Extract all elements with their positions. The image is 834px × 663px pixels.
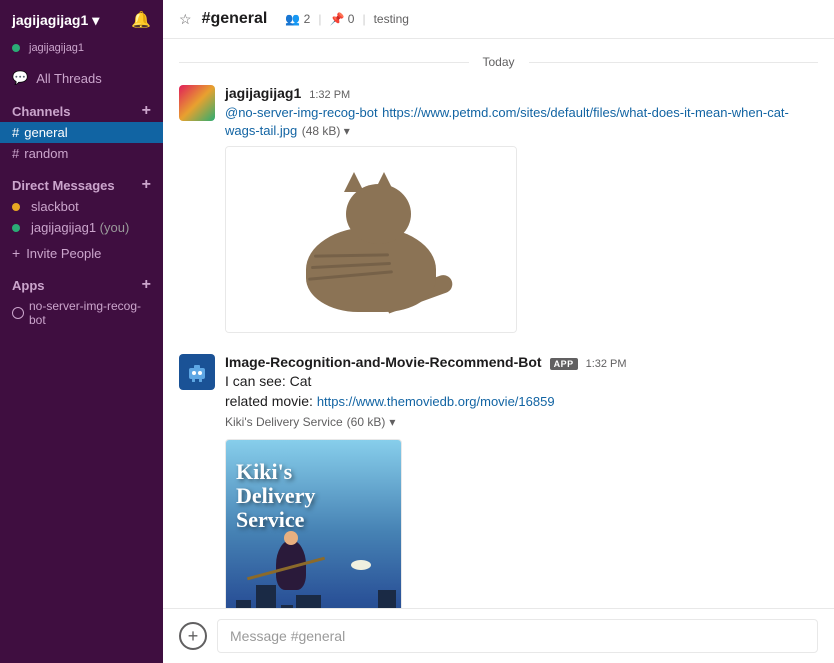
all-threads-label: All Threads	[36, 71, 102, 86]
add-channel-icon[interactable]: +	[142, 102, 151, 120]
channel-title: #general	[202, 10, 268, 28]
workspace-name-text: jagijagijag1	[12, 12, 88, 28]
workspace-name: jagijagijag1 ▾	[12, 12, 99, 29]
bot-label: no-server-img-recog-bot	[29, 299, 151, 327]
msg2-text2: related movie: https://www.themoviedb.or…	[225, 393, 818, 409]
dropdown-icon-1[interactable]: ▾	[344, 124, 350, 138]
workspace-header[interactable]: jagijagijag1 ▾ 🔔	[0, 0, 163, 40]
app-badge: APP	[550, 358, 578, 370]
hash-icon-general: #	[12, 125, 19, 140]
add-dm-icon[interactable]: +	[142, 176, 151, 194]
workspace-chevron: ▾	[92, 12, 99, 29]
message-input-bar: +	[163, 608, 834, 663]
sidebar-item-random[interactable]: # random	[0, 143, 163, 164]
apps-section-header[interactable]: Apps +	[0, 274, 163, 296]
dm-item-self[interactable]: jagijagijag1 (you)	[0, 217, 163, 238]
members-count: 👥 2	[285, 12, 310, 26]
channel-random-label: random	[24, 146, 68, 161]
sidebar-item-bot[interactable]: no-server-img-recog-bot	[0, 296, 163, 330]
kiki-image: Kiki'sDeliveryService	[226, 440, 401, 608]
message-body-1: @no-server-img-recog-bot https://www.pet…	[225, 104, 818, 140]
threads-icon: 💬	[12, 70, 28, 86]
dm-section-header[interactable]: Direct Messages +	[0, 174, 163, 196]
cat-image	[226, 147, 516, 332]
avatar-msg2	[179, 354, 215, 390]
slackbot-status-dot	[12, 203, 20, 211]
message-input[interactable]	[217, 619, 818, 653]
message-author-1: jagijagijag1	[225, 85, 301, 101]
invite-plus-icon: +	[12, 245, 20, 261]
channels-section: Channels + # general # random	[0, 92, 163, 166]
kiki-file-label: Kiki's Delivery Service (60 kB) ▾	[225, 415, 818, 429]
sidebar: jagijagijag1 ▾ 🔔 jagijagijag1 💬 All Thre…	[0, 0, 163, 663]
slackbot-label: slackbot	[31, 199, 79, 214]
bot-circle-icon	[12, 307, 24, 319]
message-time-1: 1:32 PM	[309, 89, 350, 101]
meta-sep1: |	[318, 12, 321, 26]
message-author-2: Image-Recognition-and-Movie-Recommend-Bo…	[225, 354, 542, 370]
direct-messages-section: Direct Messages + slackbot jagijagijag1 …	[0, 166, 163, 240]
dm-label: Direct Messages	[12, 178, 115, 193]
dm-item-slackbot[interactable]: slackbot	[0, 196, 163, 217]
date-label: Today	[482, 55, 514, 69]
sidebar-item-all-threads[interactable]: 💬 All Threads	[0, 64, 163, 92]
channel-topic: testing	[374, 12, 409, 26]
apps-section: Apps + no-server-img-recog-bot	[0, 266, 163, 332]
cat-image-attachment	[225, 146, 517, 333]
self-status-dot	[12, 224, 20, 232]
kiki-dropdown-icon[interactable]: ▾	[389, 415, 395, 429]
msg2-text1: I can see: Cat	[225, 373, 818, 389]
invite-people-item[interactable]: + Invite People	[0, 240, 163, 266]
apps-label: Apps	[12, 278, 45, 293]
star-icon[interactable]: ☆	[179, 11, 192, 28]
message-content-2: Image-Recognition-and-Movie-Recommend-Bo…	[225, 354, 818, 608]
hash-icon-random: #	[12, 146, 19, 161]
channel-general-label: general	[24, 125, 67, 140]
kiki-title: Kiki'sDeliveryService	[236, 460, 391, 533]
kiki-file-header: Kiki's Delivery Service (60 kB) ▾	[225, 415, 818, 429]
cat-head	[346, 184, 411, 244]
self-dm-label: jagijagijag1 (you)	[31, 220, 129, 235]
link-2[interactable]: https://www.themoviedb.org/movie/16859	[317, 394, 555, 409]
message-2: Image-Recognition-and-Movie-Recommend-Bo…	[179, 354, 818, 608]
mention-1[interactable]: @no-server-img-recog-bot	[225, 105, 378, 120]
message-1: jagijagijag1 1:32 PM @no-server-img-reco…	[179, 85, 818, 338]
bell-icon[interactable]: 🔔	[131, 10, 151, 30]
channels-section-header[interactable]: Channels +	[0, 100, 163, 122]
workspace-user: jagijagijag1	[0, 40, 163, 64]
add-file-button[interactable]: +	[179, 622, 207, 650]
message-header-1: jagijagijag1 1:32 PM	[225, 85, 818, 101]
channel-header: ☆ #general 👥 2 | 📌 0 | testing	[163, 0, 834, 39]
avatar-msg1	[179, 85, 215, 121]
file-size-1: (48 kB) ▾	[302, 124, 350, 138]
message-content-1: jagijagijag1 1:32 PM @no-server-img-reco…	[225, 85, 818, 338]
message-header-2: Image-Recognition-and-Movie-Recommend-Bo…	[225, 354, 818, 370]
date-divider: Today	[179, 55, 818, 69]
add-app-icon[interactable]: +	[142, 276, 151, 294]
sidebar-item-general[interactable]: # general	[0, 122, 163, 143]
main-content: ☆ #general 👥 2 | 📌 0 | testing Today jag…	[163, 0, 834, 663]
messages-area: Today jagijagijag1 1:32 PM @no-server-im…	[163, 39, 834, 608]
channel-meta: 👥 2 | 📌 0 | testing	[285, 12, 409, 26]
pins-count: 📌 0	[329, 12, 354, 26]
invite-label: Invite People	[26, 246, 101, 261]
kiki-image-attachment: Kiki'sDeliveryService	[225, 439, 402, 608]
user-status-dot	[12, 44, 20, 52]
meta-sep2: |	[362, 12, 365, 26]
channels-label: Channels	[12, 104, 71, 119]
message-time-2: 1:32 PM	[586, 358, 627, 370]
workspace-user-name: jagijagijag1	[29, 42, 84, 54]
